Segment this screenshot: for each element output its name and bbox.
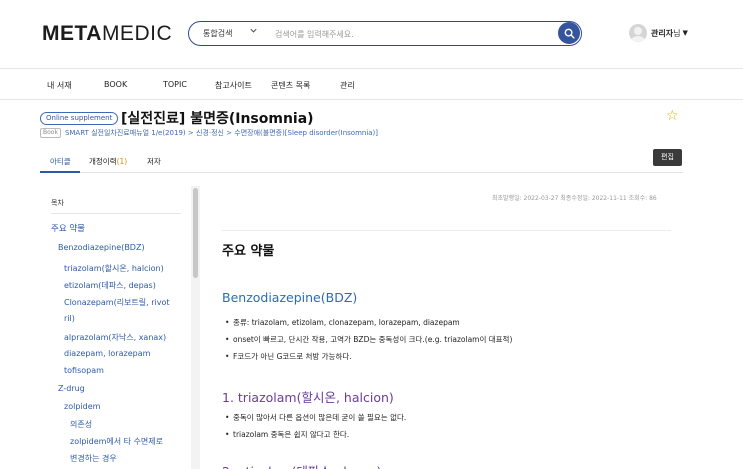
toc-item-z-drug[interactable]: Z-drug [58,384,85,393]
list-item: • 중독이 많아서 다른 옵션이 많은데 굳이 쓸 필요는 없다. [225,413,407,422]
search-button[interactable] [558,22,580,44]
list-item: • F코드가 아닌 G코드로 처방 가능하다. [225,352,352,361]
article-meta: 최초발행일: 2022-03-27 최종수정일: 2022-11-11 조회수:… [492,195,657,202]
nav-item-my-library[interactable]: 내 서재 [47,80,72,91]
search-input[interactable] [275,27,545,41]
toc-item-tofisopam[interactable]: tofisopam [64,366,104,375]
article-tabs: 아티클 개정이력(1) 저자 [40,148,683,173]
logo-meta: META [42,22,102,45]
drug-heading: 1. triazolam(할시온, halcion) [222,390,394,405]
drug-heading: 2. etizolam(데파스, depas) [222,461,381,469]
logo-medic: MEDIC [101,22,173,45]
user-name[interactable]: 관리자님 [651,28,680,39]
toc-item-etizolam[interactable]: etizolam(데파스, depas) [64,280,156,291]
search-scope-select[interactable]: 통합검색 [203,28,232,39]
nav-item-book[interactable]: BOOK [104,80,127,89]
nav-item-admin[interactable]: 관리 [340,80,355,91]
nav-item-content-list[interactable]: 콘텐츠 목록 [271,80,310,91]
active-tab-indicator [40,171,80,173]
edit-button[interactable]: 편집 [653,149,682,166]
page-title: [실전진료] 불면증(Insomnia) [121,111,314,127]
nav-item-topic[interactable]: TOPIC [163,80,187,89]
toc-item-triazolam[interactable]: triazolam(할시온, halcion) [64,263,164,274]
search-icon [564,28,575,39]
toc-item-main-drugs[interactable]: 주요 약물 [51,222,85,234]
revision-count: (1) [116,157,128,166]
search-bar: 통합검색 [188,21,582,46]
toc-sidebar: 목차 주요 약물 Benzodiazepine(BDZ) triazolam(할… [40,186,200,469]
list-item: • 종류: triazolam, etizolam, clonazepam, lo… [225,318,460,327]
online-supplement-badge: Online supplement [40,112,119,125]
star-icon[interactable]: ☆ [666,108,679,124]
chevron-down-icon[interactable] [249,26,258,38]
avatar[interactable] [629,24,647,42]
divider [222,230,671,231]
toc-item-zolpidem-switch-cont[interactable]: 변경하는 경우 [70,453,117,464]
toc-heading: 목차 [51,199,64,207]
metamedic-logo[interactable]: METAMEDIC [42,22,172,46]
caret-down-icon[interactable]: ▼ [682,29,687,37]
section-heading: 주요 약물 [222,244,275,259]
toc-item-dependence[interactable]: 의존성 [70,419,92,430]
list-item: • onset이 빠르고, 단시간 작용, 고역가 BZD는 중독성이 크다.(e… [225,335,513,344]
toc-item-alprazolam[interactable]: alprazolam(자낙스, xanax) [64,332,166,343]
header: METAMEDIC 통합검색 관리자님 ▼ [0,0,743,68]
tab-author[interactable]: 저자 [147,156,161,167]
breadcrumb-link[interactable]: SMART 실전일차진료매뉴얼 1/e(2019) > 신경·정신 > 수면장애… [65,128,378,138]
nav-item-reference-sites[interactable]: 참고사이트 [215,80,252,91]
subsection-heading: Benzodiazepine(BDZ) [222,290,358,305]
book-badge: Book [40,128,61,138]
user-menu[interactable]: 관리자님 ▼ [629,24,688,42]
list-item: • triazolam 중독은 쉽지 않다고 한다. [225,430,350,439]
main-nav: 내 서재 BOOK TOPIC 참고사이트 콘텐츠 목록 관리 [0,68,743,100]
tab-article[interactable]: 아티클 [50,156,71,167]
toc-item-clonazepam[interactable]: Clonazepam(리보트릴, rivot [64,297,170,308]
toc-item-zolpidem[interactable]: zolpidem [64,402,100,411]
divider [51,213,181,214]
toc-item-clonazepam-cont[interactable]: ril) [64,314,75,323]
toc-scrollbar-thumb[interactable] [193,188,198,278]
toc-item-bdz[interactable]: Benzodiazepine(BDZ) [58,243,145,252]
toc-item-zolpidem-switch[interactable]: zolpidem에서 타 수면제로 [70,436,163,447]
tab-revision-history[interactable]: 개정이력(1) [89,156,127,167]
toc-item-diazepam[interactable]: diazepam, lorazepam [64,349,150,358]
breadcrumb: Book SMART 실전일차진료매뉴얼 1/e(2019) > 신경·정신 >… [40,128,378,138]
